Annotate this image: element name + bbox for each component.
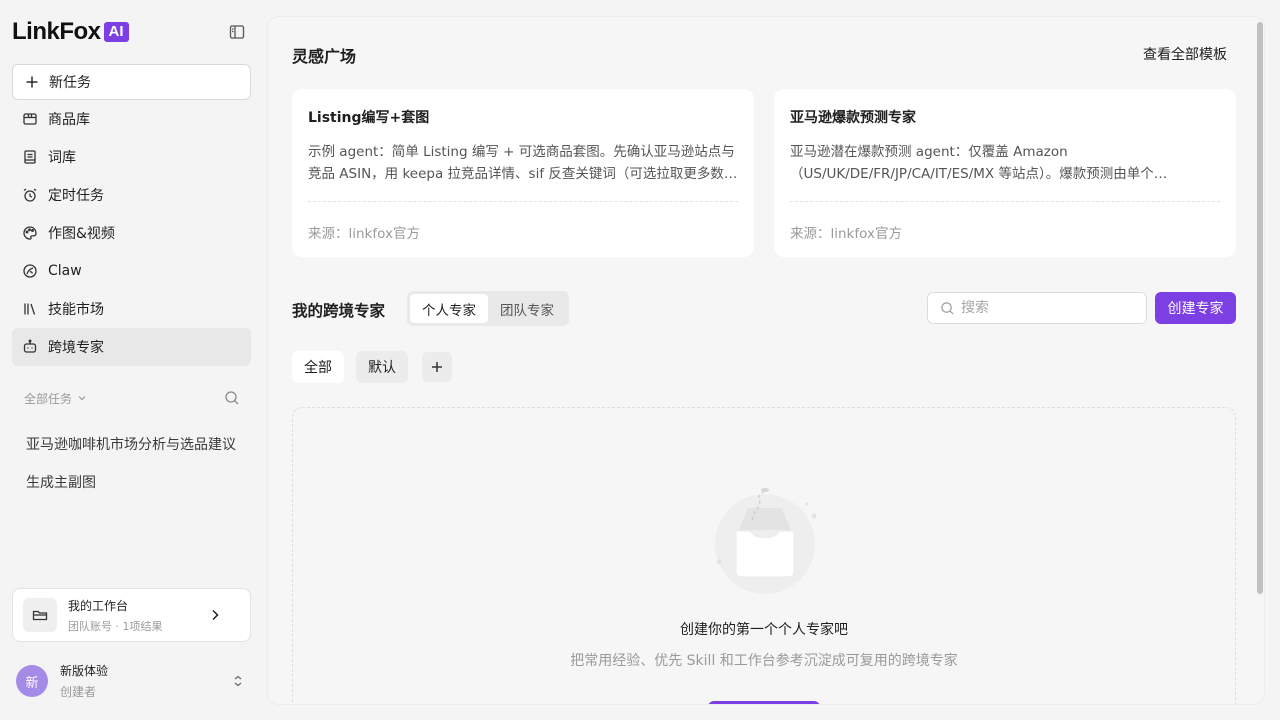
view-all-templates-link[interactable]: 查看全部模板 [1143,44,1227,64]
book-icon [24,150,36,164]
empty-state: 创建你的第一个个人专家吧 把常用经验、优先 Skill 和工作台参考沉淀成可复用… [292,407,1236,704]
workspace-title: 我的工作台 [68,598,129,613]
brand-badge: AI [103,22,129,42]
card-divider [790,201,1220,202]
brand-logo[interactable]: LinkFox AI [12,18,129,45]
card-title: Listing编写+套图 [308,110,430,126]
user-name: 新版体验 [60,664,109,678]
chevron-updown-icon [234,675,242,687]
tab-personal-experts[interactable]: 个人专家 [410,294,488,323]
new-task-label: 新任务 [49,75,91,91]
task-item[interactable]: 亚马逊咖啡机市场分析与选品建议 [12,425,251,463]
tab-team-experts[interactable]: 团队专家 [488,294,566,323]
sidebar-item-label: 跨境专家 [48,340,104,356]
brand-name: LinkFox [12,18,101,45]
search-input[interactable] [961,300,1131,316]
my-experts-title: 我的跨境专家 [292,302,386,320]
sidebar-item-label: 作图&视频 [48,226,115,242]
filter-default[interactable]: 默认 [356,351,408,383]
sidebar-item-skill-market[interactable]: 技能市场 [12,290,251,328]
sidebar-item-scheduled-tasks[interactable]: 定时任务 [12,176,251,214]
template-card[interactable]: 亚马逊爆款预测专家 亚马逊潜在爆款预测 agent：仅覆盖 Amazon（US/… [774,89,1236,257]
empty-state-subtitle: 把常用经验、优先 Skill 和工作台参考沉淀成可复用的跨境专家 [570,653,958,669]
empty-state-create-button[interactable] [708,701,820,704]
search-icon [941,301,954,315]
leaf-icon [23,264,37,278]
sidebar-item-label: 技能市场 [48,302,104,318]
sidebar-item-cross-border-expert[interactable]: 跨境专家 [12,328,251,366]
tasks-header-label: 全部任务 [24,391,73,406]
main-scrollbar[interactable] [1257,22,1263,594]
tasks-filter-dropdown[interactable]: 全部任务 [24,388,246,408]
task-list: 亚马逊咖啡机市场分析与选品建议 生成主副图 [12,425,251,501]
user-role: 创建者 [60,685,97,699]
main-panel: 灵感广场 查看全部模板 Listing编写+套图 示例 agent：简单 Lis… [267,16,1265,705]
robot-icon [23,339,37,353]
expert-scope-tabs: 个人专家 团队专家 [407,291,569,326]
empty-state-title: 创建你的第一个个人专家吧 [680,622,848,638]
avatar: 新 [16,665,48,697]
alarm-clock-icon [23,188,37,202]
sidebar: LinkFox AI 新任务 商品库 词库 定时任务 作图&视频 Claw 技能… [0,0,266,720]
card-title: 亚马逊爆款预测专家 [790,110,916,126]
user-menu[interactable]: 新 新版体验 创建者 [16,664,250,699]
task-item[interactable]: 生成主副图 [12,463,251,501]
filter-all[interactable]: 全部 [292,351,344,383]
card-source: 来源：linkfox官方 [790,226,902,242]
inspiration-title: 灵感广场 [292,47,357,66]
sidebar-item-product-library[interactable]: 商品库 [12,100,251,138]
sidebar-item-lexicon[interactable]: 词库 [12,138,251,176]
sidebar-item-claw[interactable]: Claw [12,252,251,290]
plus-icon [432,362,442,372]
expert-search-box[interactable] [927,292,1147,324]
card-source: 来源：linkfox官方 [308,226,420,242]
sidebar-item-label: Claw [48,263,82,279]
empty-inbox-icon [715,488,817,594]
plus-icon [26,76,38,88]
create-expert-button[interactable]: 创建专家 [1155,292,1236,324]
package-icon [23,113,37,125]
card-description: 亚马逊潜在爆款预测 agent：仅覆盖 Amazon（US/UK/DE/FR/J… [790,144,1168,182]
template-card[interactable]: Listing编写+套图 示例 agent：简单 Listing 编写 + 可选… [292,89,754,257]
card-description: 示例 agent：简单 Listing 编写 + 可选商品套图。先确认亚马逊站点… [308,144,735,182]
sidebar-item-image-video[interactable]: 作图&视频 [12,214,251,252]
my-workspace-button[interactable]: 我的工作台 团队账号 · 1项结果 [12,588,251,642]
sidebar-item-label: 词库 [48,150,76,166]
sidebar-collapse-icon[interactable] [229,24,245,40]
workspace-subtitle: 团队账号 · 1项结果 [68,619,163,633]
search-icon[interactable] [224,390,240,406]
add-filter-button[interactable] [422,352,452,382]
sidebar-item-label: 定时任务 [48,188,104,204]
library-icon [24,303,36,315]
chevron-right-icon [212,609,219,621]
folder-icon [23,598,57,632]
sidebar-nav: 商品库 词库 定时任务 作图&视频 Claw 技能市场 跨境专家 [12,100,251,366]
card-divider [308,201,738,202]
chevron-down-icon [78,396,86,401]
new-task-button[interactable]: 新任务 [12,64,251,100]
palette-icon [23,226,37,240]
sidebar-item-label: 商品库 [48,112,90,128]
